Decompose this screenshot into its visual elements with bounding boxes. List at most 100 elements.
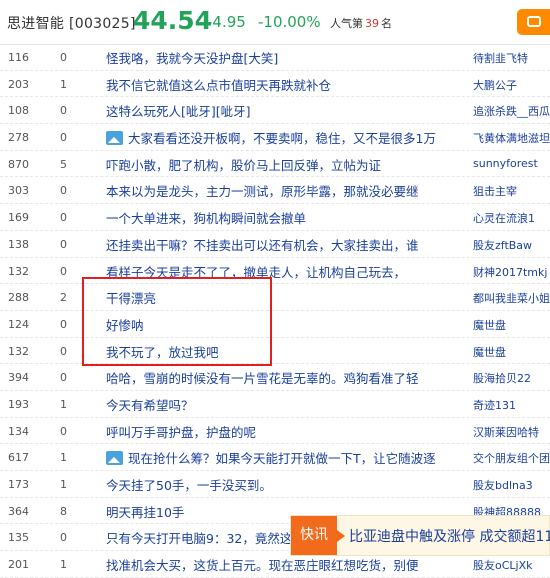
table-row: 617 1 现在抢什么筹？如果今天能打开就做一下T，让它随波逐 交个朋友组个团 (0, 444, 550, 471)
post-title-link[interactable]: 现在抢什么筹？如果今天能打开就做一下T，让它随波逐 (106, 448, 462, 467)
table-row: 870 5 吓跑小散，肥了机构，股价马上回反弹，立帖为证 sunnyforest (0, 151, 550, 178)
popularity-unit: 名 (381, 17, 392, 30)
read-count: 303 (8, 184, 29, 198)
reply-count: 1 (60, 478, 67, 491)
stock-change-percent: -10.00% (258, 13, 321, 31)
image-icon (106, 131, 123, 146)
reply-count: 0 (60, 51, 67, 64)
stock-change: -4.95 (207, 13, 246, 31)
table-row: 278 0 大家看看还没开板啊，不要卖啊，稳住，又不是很多1万 飞黄体满地滋坦 (0, 124, 550, 151)
post-title-link[interactable]: 本来以为是龙头，主力一测试，原形毕露，那就没必要继 (106, 181, 462, 200)
reply-count: 5 (60, 157, 67, 171)
read-count: 288 (8, 291, 29, 305)
read-count: 278 (8, 131, 29, 145)
news-flash-text[interactable]: 比亚迪盘中触及涨停 成交额超11 (349, 526, 550, 546)
post-title-link[interactable]: 好惨呐 (106, 315, 462, 334)
popularity-rank-number: 39 (365, 17, 379, 30)
author-link[interactable]: 大鹏公子 (473, 77, 550, 93)
stock-price: 44.54 (133, 6, 213, 35)
author-link[interactable]: 飞黄体满地滋坦 (473, 130, 550, 146)
table-row: 116 0 怪我咯，我就今天没护盘[大笑] 待割韭飞特 (0, 44, 550, 71)
author-link[interactable]: 魔世盘 (473, 344, 550, 360)
post-title-text: 大家看看还没开板啊，不要卖啊，稳住，又不是很多1万 (128, 131, 436, 147)
reply-count: 0 (60, 131, 67, 145)
read-count: 364 (8, 504, 29, 518)
stock-title: 思进智能 [003025] (7, 13, 136, 33)
post-title-link[interactable]: 呼叫万手哥护盘，护盘的呢 (106, 422, 462, 441)
author-link[interactable]: 交个朋友组个团 (473, 450, 550, 466)
table-row: 108 0 这特么玩死人[呲牙][呲牙] 追涨杀跌__西瓜 (0, 97, 550, 125)
post-title-link[interactable]: 一个大单进来，狗机构瞬间就会撤单 (106, 208, 462, 227)
reply-count: 1 (60, 451, 67, 465)
post-title-link[interactable]: 怪我咯，我就今天没护盘[大笑] (106, 48, 462, 67)
post-title-link[interactable]: 看样子今天是走不了了，撤单走人，让机构自己玩去， (106, 262, 462, 281)
author-link[interactable]: 待割韭飞特 (473, 50, 550, 66)
author-link[interactable]: sunnyforest (473, 157, 550, 170)
read-count: 169 (8, 211, 29, 225)
post-title-text: 现在抢什么筹？如果今天能打开就做一下T，让它随波逐 (128, 451, 436, 467)
post-title-link[interactable]: 干得漂亮 (106, 288, 462, 307)
author-link[interactable]: 股友bdlna3 (473, 477, 550, 493)
comment-button[interactable] (517, 9, 550, 35)
read-count: 134 (8, 424, 29, 438)
image-icon (106, 451, 123, 466)
post-title-link[interactable]: 我不玩了，放过我吧 (106, 342, 462, 361)
author-link[interactable]: 魔世盘 (473, 317, 550, 333)
post-title-link[interactable]: 还挂卖出干嘛？不挂卖出可以还有机会，大家挂卖出，谁 (106, 235, 462, 254)
news-flash-banner[interactable]: 快讯 比亚迪盘中触及涨停 成交额超11 (290, 515, 550, 556)
reply-count: 0 (60, 317, 67, 331)
reply-count: 0 (60, 424, 67, 438)
read-count: 201 (8, 558, 29, 572)
author-link[interactable]: 心灵在流浪1 (473, 210, 550, 226)
read-count: 870 (8, 157, 29, 171)
post-title-link[interactable]: 我不信它就值这么点市值明天再跌就补仓 (106, 75, 462, 94)
post-title-link[interactable]: 吓跑小散，肥了机构，股价马上回反弹，立帖为证 (106, 155, 462, 174)
post-title-link[interactable]: 找准机会大买，这货上百元。现在恶庄眼红想吃货，别便 (106, 555, 462, 574)
author-link[interactable]: 股友zftBaw (473, 237, 550, 253)
reply-count: 0 (60, 211, 67, 225)
read-count: 132 (8, 344, 29, 358)
author-link[interactable]: 财神2017tmkj (473, 264, 550, 280)
author-link[interactable]: 奇迹131 (473, 397, 550, 413)
read-count: 193 (8, 397, 29, 411)
reply-count: 0 (60, 344, 67, 358)
table-row: 173 1 今天挂了50手，一手没买到。 股友bdlna3 (0, 471, 550, 498)
author-link[interactable]: 汉斯莱因哈特 (473, 424, 550, 440)
popularity-rank: 人气第 39 名 (330, 15, 392, 31)
read-count: 203 (8, 77, 29, 91)
reply-count: 1 (60, 77, 67, 91)
author-link[interactable]: 追涨杀跌__西瓜 (473, 103, 550, 119)
read-count: 108 (8, 104, 29, 118)
table-row: 132 0 我不玩了，放过我吧 魔世盘 (0, 338, 550, 365)
author-link[interactable]: 股海拾贝22 (473, 370, 550, 386)
author-link[interactable]: 都叫我韭菜小姐姐 (473, 290, 550, 306)
reply-count: 0 (60, 104, 67, 118)
table-row: 138 0 还挂卖出干嘛？不挂卖出可以还有机会，大家挂卖出，谁 股友zftBaw (0, 231, 550, 258)
reply-count: 0 (60, 184, 67, 198)
read-count: 116 (8, 51, 29, 64)
popularity-label: 人气第 (330, 17, 363, 30)
reply-count: 0 (60, 371, 67, 385)
read-count: 135 (8, 531, 29, 545)
table-row: 303 0 本来以为是龙头，主力一测试，原形毕露，那就没必要继 狙击主宰 (0, 177, 550, 205)
read-count: 173 (8, 478, 29, 491)
post-title-link[interactable]: 这特么玩死人[呲牙][呲牙] (106, 101, 462, 120)
read-count: 124 (8, 317, 29, 331)
read-count: 132 (8, 264, 29, 278)
reply-count: 0 (60, 264, 67, 278)
post-title-link[interactable]: 今天有希望吗？ (106, 395, 462, 414)
author-link[interactable]: 狙击主宰 (473, 183, 550, 199)
post-title-link[interactable]: 大家看看还没开板啊，不要卖啊，稳住，又不是很多1万 (106, 128, 462, 147)
news-flash-tag: 快讯 (291, 516, 345, 555)
post-title-link[interactable]: 哈哈，雪崩的时候没有一片雪花是无辜的。鸡狗看准了轻 (106, 368, 462, 387)
stock-code: [003025] (68, 16, 136, 32)
table-row: 134 0 呼叫万手哥护盘，护盘的呢 汉斯莱因哈特 (0, 418, 550, 445)
table-row: 132 0 看样子今天是走不了了，撤单走人，让机构自己玩去， 财神2017tmkj (0, 258, 550, 285)
post-title-link[interactable]: 今天挂了50手，一手没买到。 (106, 475, 462, 494)
table-row: 193 1 今天有希望吗？ 奇迹131 (0, 391, 550, 418)
reply-count: 1 (60, 397, 67, 411)
table-row: 394 0 哈哈，雪崩的时候没有一片雪花是无辜的。鸡狗看准了轻 股海拾贝22 (0, 364, 550, 391)
author-link[interactable]: 股友oCLjXk (473, 557, 550, 573)
read-count: 617 (8, 451, 29, 465)
message-icon (527, 16, 541, 27)
